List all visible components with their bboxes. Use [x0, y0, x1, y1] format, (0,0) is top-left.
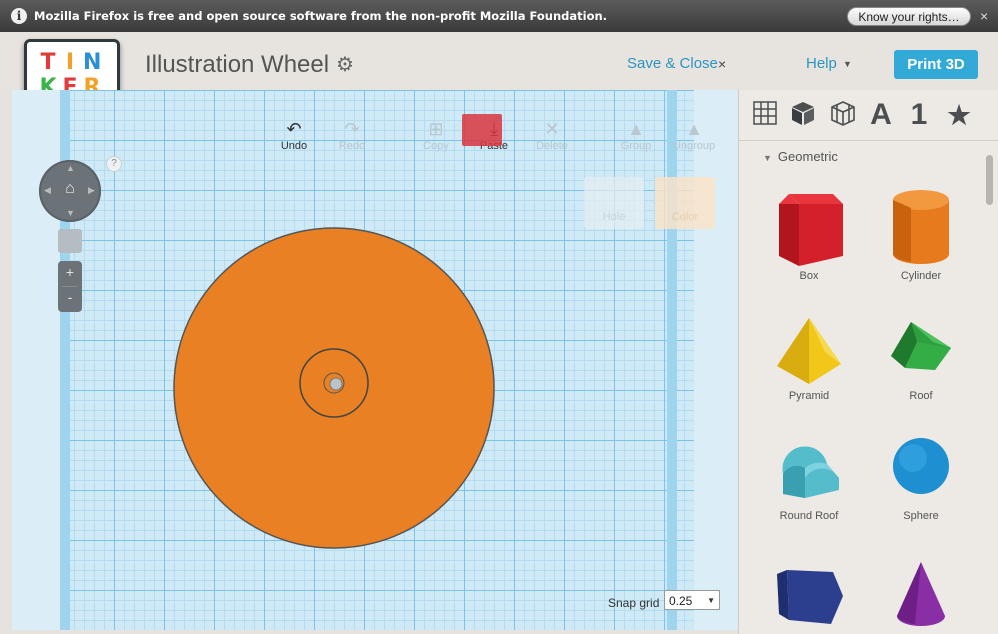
divider	[62, 286, 78, 287]
group-icon: ▲	[627, 119, 645, 139]
snap-grid-select[interactable]: 0.25 ▼	[664, 590, 720, 610]
close-icon[interactable]: ×	[718, 56, 726, 72]
grid-icon[interactable]	[749, 100, 781, 132]
zoom-in-button[interactable]: +	[58, 264, 82, 280]
workplane[interactable]	[12, 90, 738, 630]
box-icon[interactable]	[787, 100, 819, 132]
snap-grid-value: 0.25	[669, 594, 693, 608]
hole-button[interactable]: Hole	[584, 177, 644, 229]
hole-label: Hole	[602, 211, 626, 223]
group-button[interactable]: ▲ Group	[616, 118, 656, 152]
roof-icon	[891, 322, 951, 370]
shape-hexagonal-prism[interactable]	[754, 560, 864, 630]
notification-bar: i Mozilla Firefox is free and open sourc…	[0, 0, 998, 32]
group-label: Group	[620, 140, 652, 152]
shape-box[interactable]: Box	[754, 182, 864, 282]
shape-label: Cylinder	[900, 270, 942, 282]
delete-icon: ✕	[544, 119, 560, 139]
gear-icon[interactable]: ⚙	[336, 52, 354, 77]
copy-icon: ⊞	[428, 119, 444, 139]
print-3d-button[interactable]: Print 3D	[894, 50, 978, 79]
view-navigation-control[interactable]: ▲ ▼ ◀ ▶ ⌂	[39, 160, 101, 222]
shapes-panel: A 1 ★ ▼ Geometric Box Cylinder Pyramid R…	[738, 90, 998, 634]
shape-label: Roof	[909, 390, 933, 402]
shape-label: Box	[799, 270, 819, 282]
close-icon[interactable]: ×	[980, 8, 988, 24]
color-label: Color	[671, 211, 699, 223]
shape-label: Round Roof	[779, 510, 839, 522]
cylinder-icon	[893, 190, 949, 264]
wheel-hole	[329, 377, 343, 391]
ungroup-label: Ungroup	[672, 140, 716, 152]
ungroup-icon: ▲	[685, 119, 703, 139]
undo-label: Undo	[280, 140, 308, 152]
shape-label: Sphere	[903, 510, 939, 522]
view-cube-icon[interactable]	[58, 229, 82, 253]
notification-message: Mozilla Firefox is free and open source …	[34, 9, 608, 23]
zoom-control[interactable]: + -	[58, 261, 82, 312]
clipboard-shape-preview	[462, 114, 502, 146]
shape-pyramid[interactable]: Pyramid	[754, 312, 864, 402]
panel-tabs: A 1 ★	[739, 90, 998, 141]
help-icon[interactable]: ?	[106, 156, 122, 172]
prism-icon	[777, 570, 843, 624]
chevron-left-icon[interactable]: ◀	[44, 185, 51, 196]
star-icon[interactable]: ★	[943, 100, 975, 130]
shape-label: Pyramid	[788, 390, 830, 402]
shape-roof[interactable]: Roof	[866, 312, 976, 402]
save-close-button[interactable]: Save & Close	[627, 55, 718, 72]
copy-label: Copy	[423, 140, 449, 152]
redo-button[interactable]: ↷ Redo	[334, 118, 370, 152]
info-icon: i	[11, 8, 27, 24]
category-geometric[interactable]: ▼ Geometric	[763, 149, 838, 164]
wheel-shape[interactable]	[12, 90, 738, 630]
design-title[interactable]: Illustration Wheel	[145, 51, 329, 79]
wire-box-icon[interactable]	[827, 100, 859, 132]
cone-icon	[897, 562, 945, 626]
know-your-rights-button[interactable]: Know your rights…	[847, 7, 971, 26]
chevron-up-icon[interactable]: ▲	[66, 163, 75, 173]
text-tab[interactable]: A	[865, 100, 897, 130]
undo-icon: ↶	[286, 119, 302, 139]
delete-label: Delete	[536, 140, 568, 152]
undo-button[interactable]: ↶ Undo	[276, 118, 312, 152]
shape-cone[interactable]	[866, 560, 976, 630]
pyramid-icon	[777, 318, 841, 384]
chevron-down-icon: ▼	[707, 596, 715, 605]
chevron-right-icon[interactable]: ▶	[88, 185, 95, 196]
number-tab[interactable]: 1	[903, 100, 935, 130]
shape-sphere[interactable]: Sphere	[866, 434, 976, 522]
box-icon	[779, 194, 843, 266]
chevron-down-icon: ▼	[763, 153, 772, 163]
chevron-down-icon[interactable]: ▼	[66, 208, 75, 218]
delete-button[interactable]: ✕ Delete	[533, 118, 571, 152]
copy-button[interactable]: ⊞ Copy	[418, 118, 454, 152]
category-label: Geometric	[777, 149, 838, 164]
color-button[interactable]: Color	[655, 177, 715, 229]
snap-grid-label: Snap grid	[608, 596, 660, 610]
help-menu[interactable]: Help	[806, 55, 837, 72]
zoom-out-button[interactable]: -	[58, 289, 82, 305]
ungroup-button[interactable]: ▲ Ungroup	[670, 118, 718, 152]
redo-icon: ↷	[344, 119, 360, 139]
shape-round-roof[interactable]: Round Roof	[754, 434, 864, 522]
round-roof-icon	[782, 446, 839, 498]
sphere-icon	[893, 438, 949, 494]
redo-label: Redo	[338, 140, 366, 152]
shape-cylinder[interactable]: Cylinder	[866, 182, 976, 282]
chevron-down-icon[interactable]: ▼	[843, 59, 852, 69]
home-icon[interactable]: ⌂	[61, 180, 79, 198]
panel-scrollbar[interactable]	[986, 155, 993, 205]
